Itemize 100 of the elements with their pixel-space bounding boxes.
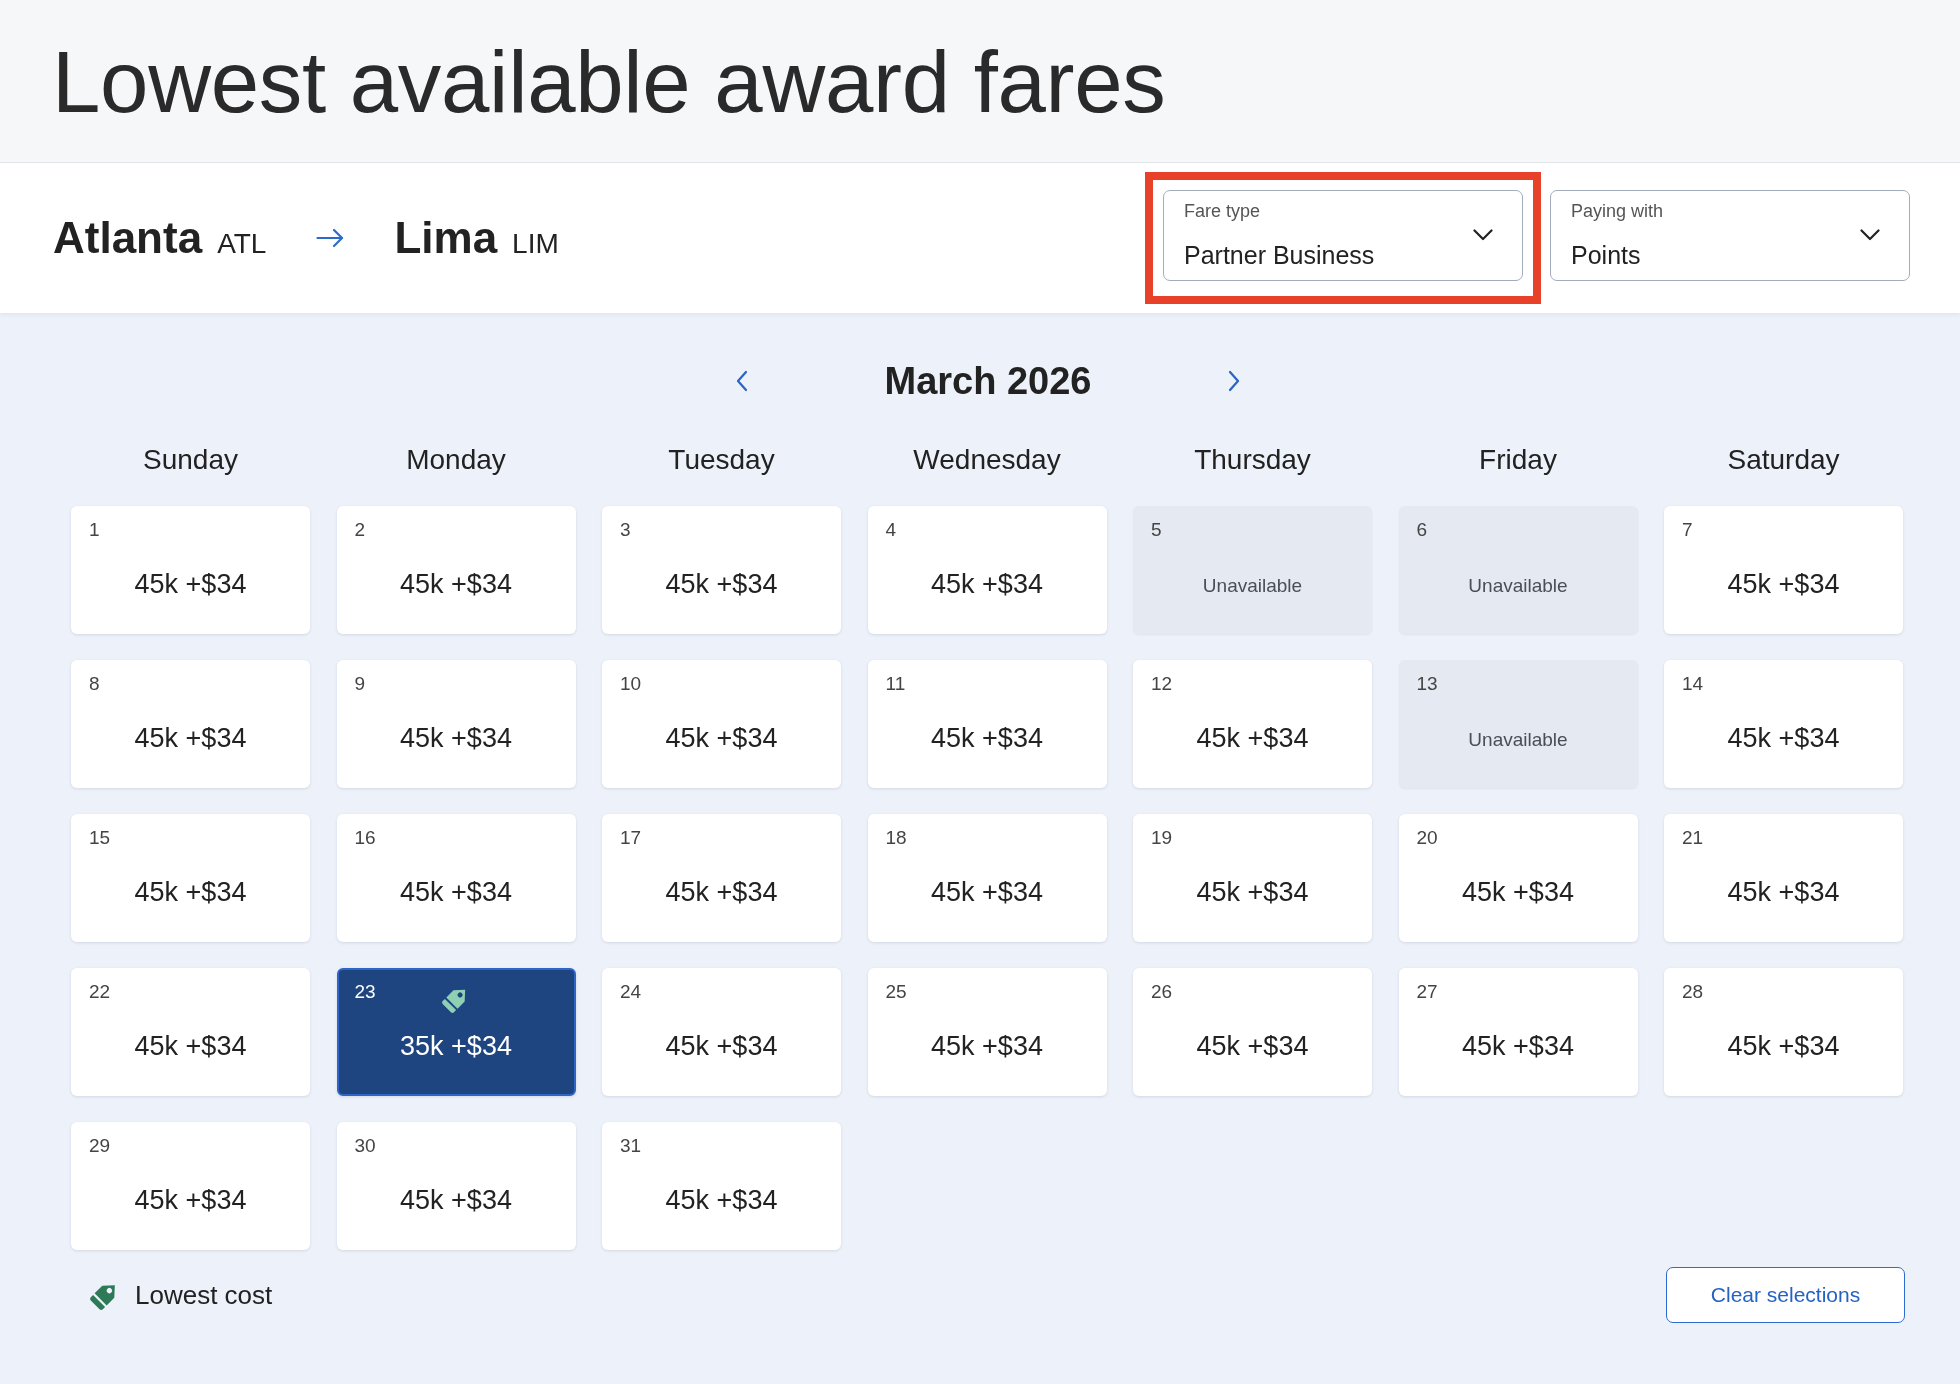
date-cell[interactable]: 30 45k +$34 <box>336 1122 576 1250</box>
weekday-label: Monday <box>405 443 507 477</box>
fare-price: 45k +$34 <box>400 722 512 754</box>
day-number: 5 <box>1151 519 1162 541</box>
date-cell[interactable]: 25 45k +$34 <box>867 968 1107 1096</box>
fare-price: 35k +$34 <box>400 1030 512 1062</box>
fare-price: 45k +$34 <box>665 876 778 908</box>
field-value: Points <box>1571 240 1642 270</box>
date-cell[interactable]: 11 45k +$34 <box>867 660 1107 788</box>
day-number: 28 <box>1682 981 1704 1003</box>
chevron-left-icon <box>735 370 749 392</box>
day-number: 9 <box>354 673 366 695</box>
date-cell[interactable]: 29 45k +$34 <box>71 1122 310 1250</box>
day-number: 11 <box>885 673 906 695</box>
fare-price: 45k +$34 <box>931 876 1043 908</box>
fare-price: 45k +$34 <box>1462 876 1574 908</box>
day-number: 20 <box>1416 827 1438 849</box>
fare-price: 45k +$34 <box>931 1030 1043 1062</box>
destination-city: Lima <box>394 213 498 263</box>
date-cell[interactable]: 24 45k +$34 <box>602 968 841 1096</box>
fare-price: 45k +$34 <box>134 1030 247 1062</box>
weekday-label: Tuesday <box>667 443 776 477</box>
day-number: 15 <box>89 827 111 849</box>
date-cell[interactable]: 21 45k +$34 <box>1664 814 1903 942</box>
fare-price: 45k +$34 <box>134 876 247 908</box>
day-number: 12 <box>1151 673 1173 695</box>
fare-price: 45k +$34 <box>1196 722 1309 754</box>
date-cell[interactable]: 4 45k +$34 <box>867 506 1107 634</box>
day-number: 24 <box>620 981 642 1003</box>
field-value: Partner Business <box>1184 240 1375 270</box>
date-cell[interactable]: 7 45k +$34 <box>1664 506 1903 634</box>
day-number: 26 <box>1151 981 1173 1003</box>
date-cell[interactable]: 2 45k +$34 <box>336 506 576 634</box>
field-label: Fare type <box>1184 200 1262 222</box>
day-number: 23 <box>354 981 376 1003</box>
fare-price: 45k +$34 <box>1462 1030 1574 1062</box>
fare-price: 45k +$34 <box>134 1184 247 1216</box>
day-number: 29 <box>89 1135 111 1157</box>
day-number: 18 <box>885 827 907 849</box>
date-cell[interactable]: 31 45k +$34 <box>602 1122 841 1250</box>
unavailable-label: Unavailable <box>1468 574 1568 598</box>
day-number: 8 <box>89 673 100 695</box>
date-cell[interactable]: 15 45k +$34 <box>71 814 310 942</box>
day-number: 6 <box>1416 519 1428 541</box>
fare-price: 45k +$34 <box>1727 1030 1840 1062</box>
day-number: 3 <box>620 519 631 541</box>
day-number: 21 <box>1682 827 1704 849</box>
date-cell[interactable]: 9 45k +$34 <box>336 660 576 788</box>
date-cell[interactable]: 28 45k +$34 <box>1664 968 1903 1096</box>
weekday-label: Sunday <box>142 443 239 477</box>
date-cell[interactable]: 12 45k +$34 <box>1133 660 1372 788</box>
day-number: 27 <box>1416 981 1438 1003</box>
fare-price: 45k +$34 <box>1727 568 1840 600</box>
fare-price: 45k +$34 <box>400 1184 512 1216</box>
date-cell[interactable]: 17 45k +$34 <box>602 814 841 942</box>
arrow-right-icon <box>316 228 345 248</box>
unavailable-label: Unavailable <box>1468 728 1568 752</box>
day-number: 4 <box>885 519 897 541</box>
day-number: 30 <box>354 1135 376 1157</box>
date-cell[interactable]: 3 45k +$34 <box>602 506 841 634</box>
date-cell[interactable]: 14 45k +$34 <box>1664 660 1903 788</box>
weekday-label: Thursday <box>1193 443 1312 477</box>
date-cell[interactable]: 27 45k +$34 <box>1398 968 1638 1096</box>
origin-city: Atlanta <box>53 213 203 263</box>
date-cell[interactable]: 1 45k +$34 <box>71 506 310 634</box>
date-cell[interactable]: 26 45k +$34 <box>1133 968 1372 1096</box>
fare-price: 45k +$34 <box>665 568 778 600</box>
day-number: 7 <box>1682 519 1693 541</box>
page-title: Lowest available award fares <box>52 37 1166 125</box>
fare-price: 45k +$34 <box>400 568 512 600</box>
fare-price: 45k +$34 <box>1196 1030 1309 1062</box>
chevron-down-icon <box>1473 229 1493 241</box>
fare-price: 45k +$34 <box>400 876 512 908</box>
date-cell[interactable]: 22 45k +$34 <box>71 968 310 1096</box>
day-number: 25 <box>885 981 907 1003</box>
day-number: 31 <box>620 1135 642 1157</box>
airport-code: ATL <box>217 228 267 260</box>
date-cell[interactable]: 23 35k +$34 <box>336 968 576 1096</box>
next-month-button[interactable] <box>1227 370 1241 392</box>
weekday-label: Saturday <box>1726 443 1841 477</box>
dropdown-field[interactable]: Paying with Points <box>1550 189 1910 281</box>
fare-price: 45k +$34 <box>1727 876 1840 908</box>
chevron-right-icon <box>1227 370 1241 392</box>
date-cell[interactable]: 18 45k +$34 <box>867 814 1107 942</box>
legend-label: Lowest cost <box>135 1279 273 1311</box>
day-number: 19 <box>1151 827 1173 849</box>
date-cell[interactable]: 8 45k +$34 <box>71 660 310 788</box>
clear-selections-button[interactable]: Clear selections <box>1666 1267 1905 1323</box>
day-number: 22 <box>89 981 111 1003</box>
fare-price: 45k +$34 <box>665 722 778 754</box>
day-number: 16 <box>354 827 376 849</box>
date-cell[interactable]: 20 45k +$34 <box>1398 814 1638 942</box>
date-cell[interactable]: 16 45k +$34 <box>336 814 576 942</box>
day-number: 13 <box>1416 673 1438 695</box>
previous-month-button[interactable] <box>735 370 749 392</box>
fare-price: 45k +$34 <box>134 568 247 600</box>
date-cell[interactable]: 10 45k +$34 <box>602 660 841 788</box>
date-cell[interactable]: 19 45k +$34 <box>1133 814 1372 942</box>
month-title: March 2026 <box>883 359 1093 403</box>
fare-price: 45k +$34 <box>931 722 1043 754</box>
